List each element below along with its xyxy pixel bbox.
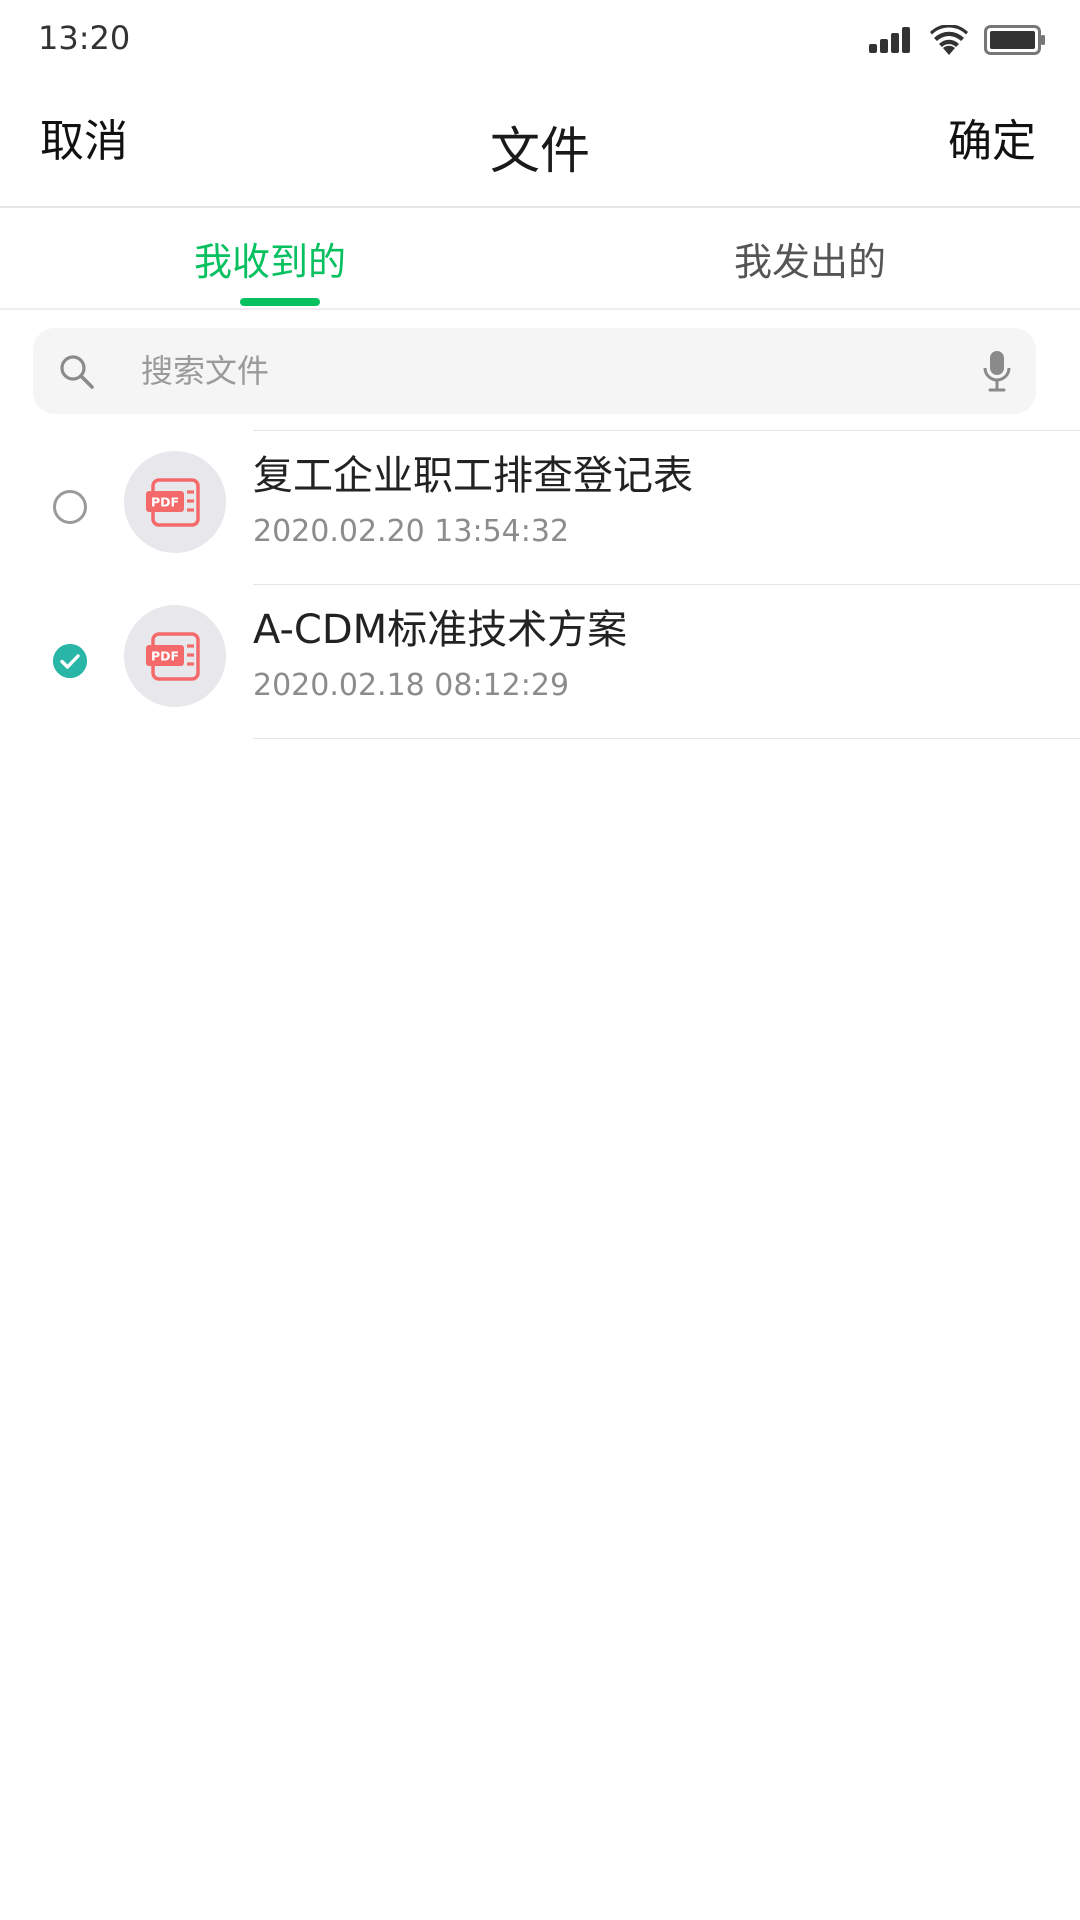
pdf-file-icon: PDF: [146, 478, 200, 527]
file-timestamp: 2020.02.20 13:54:32: [253, 514, 570, 549]
select-radio[interactable]: [53, 490, 87, 524]
tab-sent[interactable]: 我发出的: [540, 208, 1080, 308]
file-name: A-CDM标准技术方案: [253, 607, 628, 653]
signal-icon: [869, 27, 910, 53]
svg-text:PDF: PDF: [151, 495, 179, 510]
row-divider: [253, 584, 1080, 585]
active-tab-indicator: [240, 298, 320, 306]
status-icons: [868, 22, 1046, 58]
file-icon: PDF: [124, 605, 226, 707]
page-title: 文件: [490, 122, 590, 180]
file-icon: PDF: [124, 451, 226, 553]
wifi-icon: [930, 25, 968, 55]
microphone-icon[interactable]: [982, 350, 1012, 392]
status-time: 13:20: [38, 19, 131, 57]
file-list-item[interactable]: PDF A-CDM标准技术方案 2020.02.18 08:12:29: [0, 584, 1080, 739]
search-bar: [33, 328, 1036, 414]
file-list-item[interactable]: PDF 复工企业职工排查登记表 2020.02.20 13:54:32: [0, 430, 1080, 584]
search-icon: [60, 355, 94, 389]
battery-icon: [984, 25, 1045, 55]
select-radio-checked[interactable]: [53, 644, 87, 678]
tab-received[interactable]: 我收到的: [0, 208, 540, 308]
search-input[interactable]: [109, 328, 969, 414]
svg-text:PDF: PDF: [151, 649, 179, 664]
pdf-file-icon: PDF: [146, 632, 200, 681]
confirm-button[interactable]: 确定: [948, 114, 1036, 170]
tab-bar: 我收到的 我发出的: [0, 208, 1080, 310]
file-timestamp: 2020.02.18 08:12:29: [253, 668, 570, 703]
status-bar: 13:20: [0, 0, 1080, 80]
header: 取消 文件 确定: [0, 100, 1080, 206]
row-divider: [253, 738, 1080, 739]
row-divider: [253, 430, 1080, 431]
check-icon: [53, 644, 87, 678]
file-name: 复工企业职工排查登记表: [253, 453, 693, 499]
